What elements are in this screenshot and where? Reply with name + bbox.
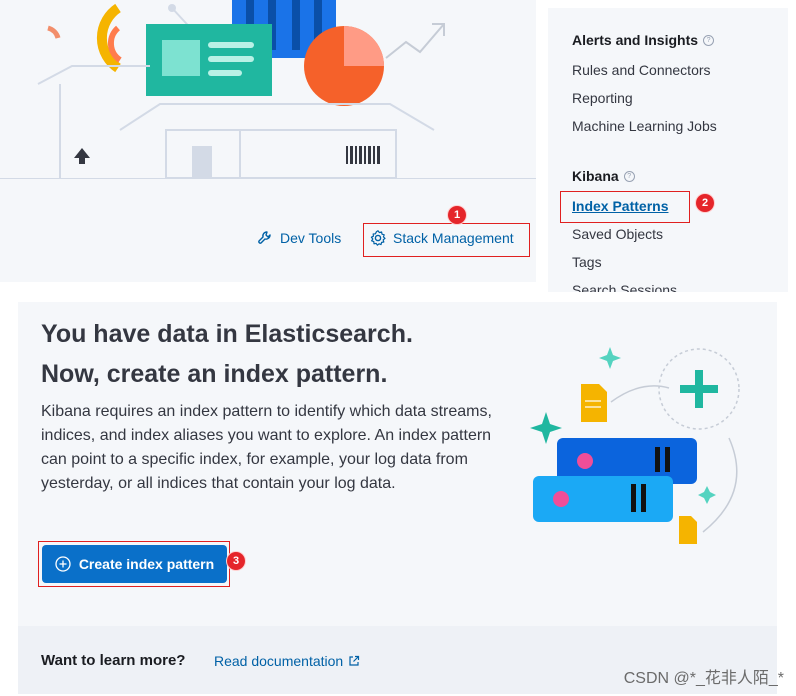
nav-item-saved-objects[interactable]: Saved Objects <box>572 226 663 242</box>
read-documentation-link[interactable]: Read documentation <box>214 653 360 669</box>
learn-more-heading: Want to learn more? <box>41 652 186 669</box>
divider <box>0 178 536 179</box>
external-link-icon <box>349 655 360 666</box>
annotation-badge-3: 3 <box>227 552 245 570</box>
nav-item-reporting[interactable]: Reporting <box>572 90 633 106</box>
help-icon[interactable]: ? <box>703 34 715 46</box>
watermark: CSDN @*_花非人陌_* <box>623 670 784 687</box>
wrench-icon <box>258 231 271 244</box>
nav-item-search-sessions[interactable]: Search Sessions <box>572 282 677 292</box>
help-icon[interactable]: ? <box>623 170 635 182</box>
annotation-badge-1: 1 <box>448 206 466 224</box>
nav-section-title-kibana: Kibana ? <box>572 168 635 184</box>
nav-section-title-alerts-label: Alerts and Insights <box>572 32 699 48</box>
prompt-description: Kibana requires an index pattern to iden… <box>41 403 492 492</box>
management-side-nav: Alerts and Insights ? Rules and Connecto… <box>548 8 788 292</box>
nav-item-index-patterns[interactable]: Index Patterns <box>572 198 668 214</box>
page-title-line-2: Now, create an index pattern. <box>41 360 388 388</box>
home-hero-panel: Dev Tools Stack Management 1 <box>0 0 536 282</box>
annotation-badge-2: 2 <box>696 194 714 212</box>
gear-icon <box>370 230 386 246</box>
page-title-line-1: You have data in Elasticsearch. <box>41 320 413 348</box>
nav-item-tags[interactable]: Tags <box>572 254 602 270</box>
dev-tools-link[interactable]: Dev Tools <box>256 228 341 248</box>
nav-section-title-alerts: Alerts and Insights ? <box>572 32 715 48</box>
create-index-pattern-label: Create index pattern <box>78 556 215 572</box>
stack-management-link[interactable]: Stack Management <box>369 228 514 248</box>
nav-item-machine-learning-jobs[interactable]: Machine Learning Jobs <box>572 118 717 134</box>
create-index-pattern-button[interactable]: Create index pattern <box>42 545 227 583</box>
nav-section-title-kibana-label: Kibana <box>572 168 619 184</box>
stack-management-label: Stack Management <box>393 230 514 246</box>
plus-in-circle-icon <box>55 556 71 572</box>
read-documentation-label: Read documentation <box>214 653 344 669</box>
page-title: You have data in Elasticsearch. Now, cre… <box>41 314 521 394</box>
dev-tools-label: Dev Tools <box>280 230 342 246</box>
create-index-pattern-prompt: You have data in Elasticsearch. Now, cre… <box>18 302 777 626</box>
nav-item-rules-and-connectors[interactable]: Rules and Connectors <box>572 62 711 78</box>
index-pattern-illustration <box>530 347 740 544</box>
